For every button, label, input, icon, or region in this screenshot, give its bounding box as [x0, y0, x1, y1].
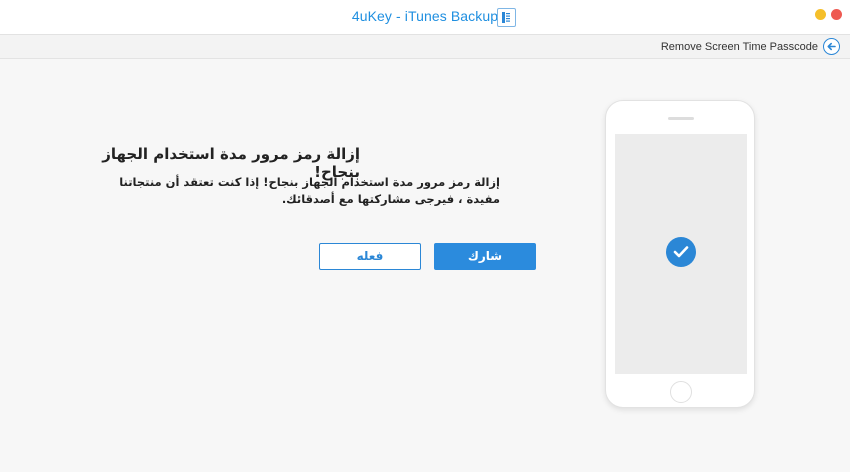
done-button[interactable]: فعله [319, 243, 421, 270]
menu-icon[interactable] [497, 8, 516, 27]
success-description: إزالة رمز مرور مدة استخدام الجهاز بنجاح!… [119, 175, 500, 206]
share-button[interactable]: شارك [434, 243, 536, 270]
minimize-icon[interactable] [815, 9, 826, 20]
phone-speaker [668, 117, 694, 120]
app-title: 4uKey - iTunes Backup [351, 8, 499, 24]
arrow-left-circle-icon[interactable] [823, 38, 840, 55]
phone-illustration [605, 100, 755, 408]
title-bar: 4uKey - iTunes Backup [0, 0, 850, 35]
close-icon[interactable] [831, 9, 842, 20]
sub-header: Remove Screen Time Passcode [0, 35, 850, 59]
app-window: 4uKey - iTunes Backup Remove Screen Time… [0, 0, 850, 472]
phone-home-button [670, 381, 692, 403]
back-label[interactable]: Remove Screen Time Passcode [661, 41, 818, 53]
phone-screen [615, 134, 747, 374]
check-circle-icon [666, 237, 696, 267]
